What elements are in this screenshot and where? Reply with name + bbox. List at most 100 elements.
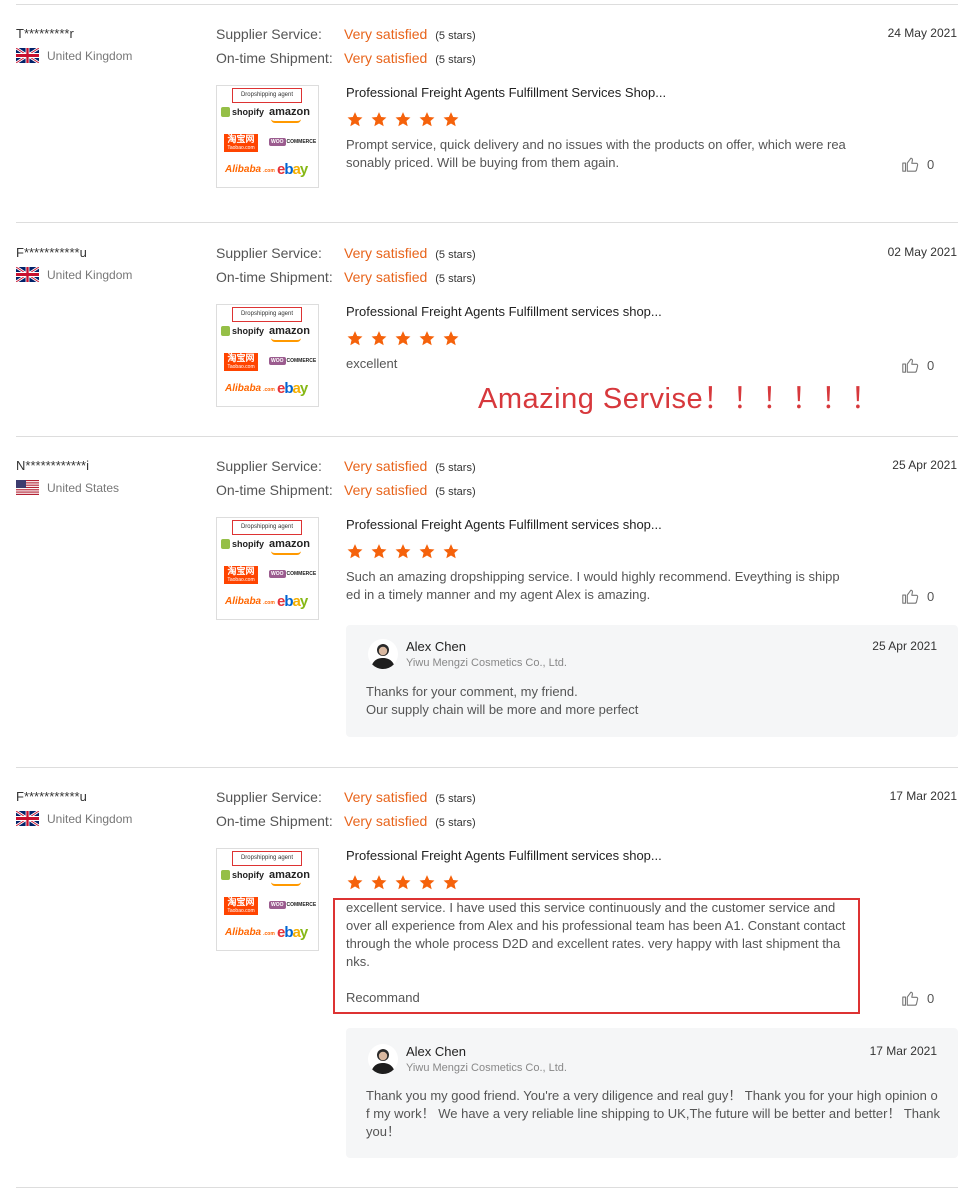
- thumbs-up-icon: [902, 157, 919, 172]
- star-rating: [346, 874, 466, 891]
- like-button[interactable]: 0: [901, 989, 934, 1007]
- reviewer-name: F***********u: [16, 245, 87, 260]
- like-count: 0: [927, 990, 935, 1006]
- amazon-smile-icon: [271, 551, 301, 555]
- annotation-text: Amazing Servise！！！！！！: [478, 383, 881, 415]
- rating-value: Very satisfied: [344, 458, 428, 474]
- like-button[interactable]: 0: [901, 155, 934, 173]
- star-icon: [443, 544, 459, 559]
- amazon-logo: amazon: [269, 869, 310, 881]
- woocommerce-logo: WOO COMMERCE: [269, 570, 317, 578]
- product-title-link[interactable]: Professional Freight Agents Fulfillment …: [346, 848, 662, 863]
- supplier-service-rating: Supplier Service: Very satisfied (5 star…: [216, 245, 476, 261]
- alibaba-logo: Alibaba .com: [225, 383, 275, 394]
- review-divider: [16, 222, 958, 223]
- reviewer-name: T*********r: [16, 26, 74, 41]
- amazon-logo: amazon: [269, 325, 310, 337]
- rating-label: On-time Shipment:: [216, 50, 333, 66]
- uk-flag-icon: [16, 48, 39, 63]
- like-button[interactable]: 0: [901, 587, 934, 605]
- country-label: United Kingdom: [47, 811, 133, 826]
- alibaba-logo: Alibaba .com: [225, 164, 275, 175]
- rating-value: Very satisfied: [344, 269, 428, 285]
- amazon-smile-icon: [271, 338, 301, 342]
- like-count: 0: [927, 588, 935, 604]
- rating-value: Very satisfied: [344, 50, 428, 66]
- star-icon: [395, 544, 411, 559]
- country-label: United Kingdom: [47, 267, 133, 282]
- rating-stars-count: (5 stars): [435, 486, 476, 498]
- dropshipping-tag: Dropshipping agent: [232, 88, 302, 103]
- dropshipping-tag: Dropshipping agent: [232, 851, 302, 866]
- seller-reply: Alex Chen Yiwu Mengzi Cosmetics Co., Ltd…: [346, 1028, 958, 1158]
- reply-date: 25 Apr 2021: [872, 639, 937, 653]
- review-divider: [16, 767, 958, 768]
- review-text: Such an amazing dropshipping service. I …: [346, 569, 840, 602]
- dropshipping-tag: Dropshipping agent: [232, 520, 302, 535]
- product-title-link[interactable]: Professional Freight Agents Fulfillment …: [346, 85, 666, 100]
- shopify-bag-icon: [221, 326, 230, 336]
- star-icon: [371, 112, 387, 127]
- review-text: Prompt service, quick delivery and no is…: [346, 137, 846, 170]
- star-icon: [371, 875, 387, 890]
- amazon-logo: amazon: [269, 106, 310, 118]
- star-icon: [419, 875, 435, 890]
- supplier-service-rating: Supplier Service: Very satisfied (5 star…: [216, 26, 476, 42]
- review-date: 24 May 2021: [887, 26, 957, 40]
- review-divider: [16, 436, 958, 437]
- star-icon: [395, 331, 411, 346]
- supplier-service-rating: Supplier Service: Very satisfied (5 star…: [216, 458, 476, 474]
- rating-label: Supplier Service:: [216, 26, 322, 42]
- shopify-logo: shopify: [221, 107, 264, 117]
- rating-stars-count: (5 stars): [435, 54, 476, 66]
- alibaba-logo: Alibaba .com: [225, 927, 275, 938]
- taobao-logo: 淘宝网 Taobao.com: [224, 897, 258, 915]
- star-icon: [347, 112, 363, 127]
- reply-line: Thanks for your comment, my friend.: [366, 684, 578, 699]
- product-thumbnail[interactable]: Dropshipping agent shopify amazon 淘宝网 Taobao…: [216, 517, 319, 620]
- reviewer-country: United Kingdom: [16, 811, 132, 826]
- ebay-logo: ebay: [277, 924, 308, 941]
- rating-stars-count: (5 stars): [435, 249, 476, 261]
- star-rating: [346, 543, 466, 560]
- supplier-service-rating: Supplier Service: Very satisfied (5 star…: [216, 789, 476, 805]
- thumbs-up-icon: [902, 358, 919, 373]
- reply-text: Thank you my good friend. You're a very …: [366, 1088, 940, 1139]
- star-rating: [346, 111, 466, 128]
- product-thumbnail[interactable]: Dropshipping agent shopify amazon 淘宝网 Taobao…: [216, 848, 319, 951]
- seller-company: Yiwu Mengzi Cosmetics Co., Ltd.: [406, 1062, 567, 1074]
- rating-value: Very satisfied: [344, 482, 428, 498]
- product-title-link[interactable]: Professional Freight Agents Fulfillment …: [346, 304, 662, 319]
- seller-name: Alex Chen: [406, 639, 466, 654]
- star-icon: [347, 875, 363, 890]
- country-label: United States: [47, 480, 120, 495]
- star-icon: [395, 875, 411, 890]
- rating-value: Very satisfied: [344, 26, 428, 42]
- woocommerce-logo: WOO COMMERCE: [269, 138, 317, 146]
- rating-stars-count: (5 stars): [435, 30, 476, 42]
- taobao-logo: 淘宝网 Taobao.com: [224, 566, 258, 584]
- star-icon: [419, 331, 435, 346]
- bottom-divider: [16, 1187, 958, 1188]
- shopify-logo: shopify: [221, 870, 264, 880]
- rating-label: On-time Shipment:: [216, 482, 333, 498]
- rating-label: Supplier Service:: [216, 245, 322, 261]
- product-thumbnail[interactable]: Dropshipping agent shopify amazon 淘宝网 Taobao…: [216, 85, 319, 188]
- shopify-bag-icon: [221, 870, 230, 880]
- product-thumbnail[interactable]: Dropshipping agent shopify amazon 淘宝网 Taobao…: [216, 304, 319, 407]
- seller-company: Yiwu Mengzi Cosmetics Co., Ltd.: [406, 657, 567, 669]
- reply-text: Thanks for your comment, my friend. Our …: [366, 683, 941, 719]
- woocommerce-logo: WOO COMMERCE: [269, 901, 317, 909]
- like-button[interactable]: 0: [901, 356, 934, 374]
- review-date: 25 Apr 2021: [892, 458, 957, 472]
- product-title-link[interactable]: Professional Freight Agents Fulfillment …: [346, 517, 662, 532]
- seller-name: Alex Chen: [406, 1044, 466, 1059]
- shopify-bag-icon: [221, 539, 230, 549]
- highlight-annotation-box: [333, 898, 860, 1014]
- rating-stars-count: (5 stars): [435, 793, 476, 805]
- rating-value: Very satisfied: [344, 245, 428, 261]
- woocommerce-logo: WOO COMMERCE: [269, 357, 317, 365]
- reviewer-country: United States: [16, 480, 119, 495]
- seller-avatar: [368, 1044, 398, 1074]
- seller-avatar: [368, 639, 398, 669]
